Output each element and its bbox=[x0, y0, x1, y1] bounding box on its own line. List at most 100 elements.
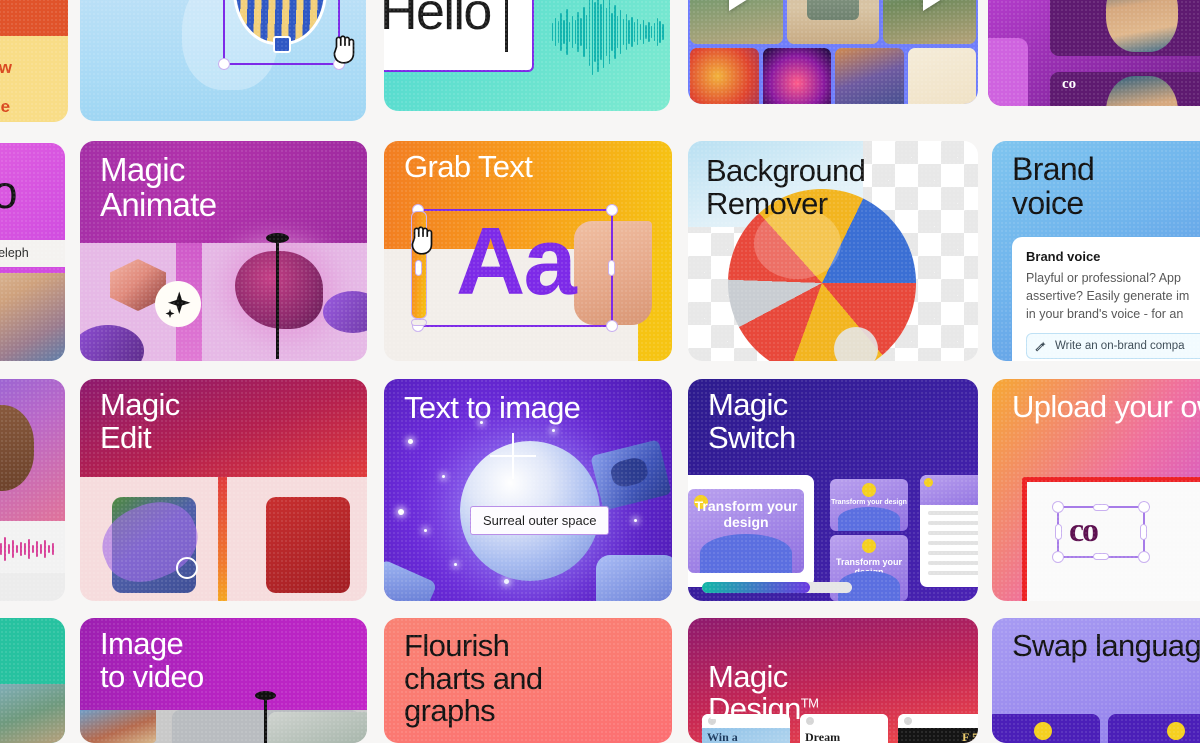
card-flourish-charts[interactable]: Flourish charts and graphs bbox=[384, 618, 672, 743]
document-preview[interactable] bbox=[920, 475, 978, 587]
card-video-collage[interactable] bbox=[688, 0, 978, 104]
play-icon[interactable] bbox=[729, 0, 749, 11]
design-preview-small[interactable]: Transform your design bbox=[830, 479, 908, 531]
document-line bbox=[928, 551, 978, 555]
portrait-photo bbox=[1106, 0, 1178, 52]
video-thumb[interactable] bbox=[786, 0, 880, 44]
card-magic-grab-balloon[interactable] bbox=[80, 0, 366, 121]
handle-bottom-left-icon[interactable] bbox=[218, 58, 230, 70]
backpack-after-image bbox=[266, 497, 350, 593]
video-thumb[interactable] bbox=[690, 48, 759, 104]
document-line bbox=[928, 511, 978, 515]
card-title: o bbox=[0, 166, 18, 218]
before-after-divider[interactable] bbox=[218, 477, 227, 601]
card-partial-top-right[interactable]: co co bbox=[988, 0, 1200, 106]
card-title: Text to image bbox=[404, 390, 581, 425]
video-row-top bbox=[688, 0, 978, 44]
card-body: Ground Feel w have conne bbox=[0, 36, 68, 122]
handle-top-left-icon[interactable] bbox=[1052, 501, 1064, 513]
slide-panel: co bbox=[1050, 72, 1200, 106]
video-thumb[interactable] bbox=[907, 48, 976, 104]
selection-box[interactable] bbox=[218, 0, 345, 70]
card-background-remover[interactable]: Background Remover bbox=[688, 141, 978, 361]
handle-left-icon[interactable] bbox=[415, 260, 422, 276]
brush-cursor-icon bbox=[176, 557, 198, 579]
brand-logo: co bbox=[1062, 76, 1077, 92]
card-magic-edit[interactable]: Magic Edit bbox=[80, 379, 367, 601]
panel-line-1: Playful or professional? App bbox=[1026, 271, 1181, 285]
bottom-strip bbox=[0, 573, 65, 601]
photo bbox=[0, 684, 65, 743]
card-magic-design[interactable]: Win a Dream F 5 Magic DesignTM bbox=[688, 618, 978, 743]
video-thumb[interactable] bbox=[690, 0, 783, 44]
handle-bottom-left-icon[interactable] bbox=[1052, 551, 1064, 563]
design-preview-large[interactable]: Transform your design bbox=[688, 489, 804, 573]
logo-badge-icon bbox=[1034, 722, 1052, 740]
handle-right-icon[interactable] bbox=[608, 260, 615, 276]
panel-line-3: in your brand's voice - for an bbox=[1026, 306, 1184, 321]
card-title-text: Magic Design bbox=[708, 658, 801, 727]
card-magic-animate[interactable]: Magic Animate bbox=[80, 141, 367, 361]
selection-box[interactable] bbox=[1052, 501, 1150, 563]
template-thumb[interactable]: F 5 bbox=[898, 714, 978, 743]
progress-fill bbox=[702, 582, 810, 593]
card-magic-switch[interactable]: Transform your design Transform your des… bbox=[688, 379, 978, 601]
caption-text: cal flying eleph bbox=[0, 246, 29, 260]
handle-top-right-icon[interactable] bbox=[1138, 501, 1150, 513]
card-partial-mid-left[interactable]: o cal flying eleph bbox=[0, 143, 65, 361]
handle-right-icon[interactable] bbox=[1140, 524, 1147, 540]
handle-bottom-icon[interactable] bbox=[1093, 553, 1109, 560]
handle-left-icon[interactable] bbox=[1055, 524, 1062, 540]
thumb-label: Dream bbox=[805, 730, 841, 743]
card-partial-bottom-left[interactable] bbox=[0, 618, 65, 743]
pin-icon bbox=[255, 691, 276, 743]
slide-panel: co bbox=[1050, 0, 1200, 56]
card-title: Magic DesignTM bbox=[708, 628, 819, 727]
language-tile[interactable] bbox=[992, 714, 1100, 743]
language-tile[interactable] bbox=[1108, 714, 1200, 743]
card-title: Hello bbox=[384, 0, 492, 41]
card-upload-your-own-media[interactable]: Upload your own media co bbox=[992, 379, 1200, 601]
handle-top-right-icon[interactable] bbox=[606, 204, 618, 216]
card-hello-audio[interactable]: Hello bbox=[384, 0, 670, 111]
media-frame: co bbox=[1022, 477, 1200, 601]
text-input-box[interactable]: Hello bbox=[384, 0, 534, 72]
logo-badge-icon bbox=[862, 539, 876, 553]
video-thumb[interactable] bbox=[835, 48, 904, 104]
handle-bottom-right-icon[interactable] bbox=[1138, 551, 1150, 563]
card-partial-row3-left[interactable] bbox=[0, 379, 65, 601]
product-image bbox=[837, 507, 901, 531]
handle-bottom-icon[interactable] bbox=[411, 319, 427, 326]
input-placeholder-text: Write an on-brand compa bbox=[1055, 340, 1185, 353]
video-thumb[interactable] bbox=[883, 0, 977, 44]
portrait-photo bbox=[0, 405, 34, 491]
card-brand-voice[interactable]: Brand voice Brand voice Playful or profe… bbox=[992, 141, 1200, 361]
robot-image bbox=[807, 0, 859, 21]
card-partial-top-left[interactable]: ons Ground Feel w have conne bbox=[0, 0, 68, 122]
card-image-to-video[interactable]: Image to video bbox=[80, 618, 367, 743]
handle-bottom-right-icon[interactable] bbox=[606, 320, 618, 332]
handle-top-icon[interactable] bbox=[1093, 504, 1109, 511]
panel-heading: Brand voice bbox=[1026, 249, 1101, 264]
selection-box[interactable] bbox=[411, 204, 618, 332]
thumb-preview: Dream bbox=[800, 728, 888, 743]
gem-shape bbox=[596, 555, 672, 601]
play-icon[interactable] bbox=[922, 0, 942, 11]
caption-bar: cal flying eleph bbox=[0, 240, 65, 267]
card-title: Magic Edit bbox=[100, 387, 180, 455]
design-preview-text: Transform your design bbox=[831, 499, 907, 506]
card-text-to-image[interactable]: Surreal outer space Text to image bbox=[384, 379, 672, 601]
brand-voice-panel: Brand voice Playful or professional? App… bbox=[1012, 237, 1200, 361]
thumb-label: F 5 bbox=[962, 730, 978, 743]
card-swap-languages[interactable]: Swap languages bbox=[992, 618, 1200, 743]
card-title: Swap languages bbox=[1012, 628, 1200, 663]
brand-voice-input[interactable]: Write an on-brand compa bbox=[1026, 333, 1200, 360]
cube-shape bbox=[590, 439, 672, 511]
thumb-preview: Win a bbox=[702, 728, 790, 743]
card-grab-text[interactable]: Aa Grab Text bbox=[384, 141, 672, 361]
prompt-chip[interactable]: Surreal outer space bbox=[470, 506, 610, 535]
card-header-band: o bbox=[0, 143, 65, 240]
audio-waveform-icon bbox=[0, 529, 65, 569]
video-thumb[interactable] bbox=[762, 48, 831, 104]
card-gallery-grid: ons Ground Feel w have conne Hello bbox=[0, 0, 1200, 743]
